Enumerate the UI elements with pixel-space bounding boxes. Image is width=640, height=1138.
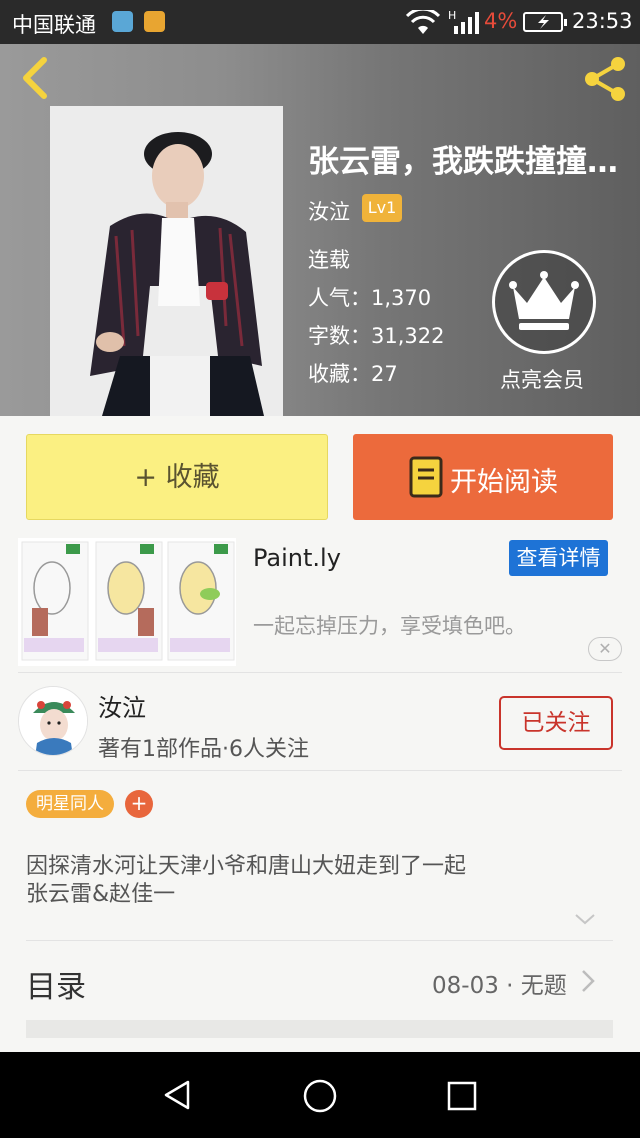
- battery-percent: 4%: [484, 9, 518, 33]
- author-stats: 著有1部作品·6人关注: [98, 737, 309, 762]
- book-description-line: 张云雷&赵佳一: [26, 882, 176, 907]
- book-author[interactable]: 汝泣: [308, 196, 350, 226]
- system-nav-bar: [0, 1052, 640, 1138]
- divider: [26, 940, 613, 941]
- notification-app-icon-2: [144, 11, 165, 32]
- back-arrow-icon[interactable]: [14, 54, 54, 102]
- share-icon[interactable]: [580, 54, 630, 104]
- ad-image[interactable]: [18, 538, 236, 666]
- start-reading-button[interactable]: 开始阅读: [353, 434, 613, 520]
- start-reading-label: 开始阅读: [450, 467, 558, 498]
- ad-close-button[interactable]: ✕: [588, 637, 622, 661]
- author-avatar[interactable]: [18, 686, 88, 756]
- battery-charging-icon: [523, 12, 567, 32]
- ad-detail-button[interactable]: 查看详情: [509, 540, 608, 576]
- tag-item[interactable]: 明星同人: [26, 790, 114, 818]
- nav-recent-icon[interactable]: [446, 1080, 478, 1112]
- add-tag-button[interactable]: +: [125, 790, 153, 818]
- ad-title[interactable]: Paint.ly: [253, 544, 341, 572]
- toc-latest-chapter[interactable]: 08-03 · 无题: [432, 966, 567, 1000]
- signal-icon: H: [448, 9, 479, 34]
- chapter-list-strip: [26, 1020, 613, 1038]
- nav-back-icon[interactable]: [160, 1078, 194, 1112]
- chevron-down-icon[interactable]: [574, 912, 596, 926]
- follow-button[interactable]: 已关注: [499, 696, 613, 750]
- author-name[interactable]: 汝泣: [98, 688, 146, 723]
- nav-home-icon[interactable]: [302, 1078, 338, 1114]
- book-word-count: 字数：31,322: [308, 324, 445, 348]
- wifi-icon: [406, 10, 440, 34]
- collect-button[interactable]: + 收藏: [26, 434, 328, 520]
- crown-icon: [509, 271, 579, 330]
- book-favorites: 收藏：27: [308, 362, 398, 386]
- book-title: 张云雷，我跌跌撞撞…: [308, 144, 618, 180]
- divider: [18, 770, 622, 771]
- book-popularity: 人气：1,370: [308, 286, 432, 310]
- book-header: 张云雷，我跌跌撞撞… 汝泣 Lv1 连载 人气：1,370 字数：31,322 …: [0, 44, 640, 416]
- notification-app-icon: [112, 11, 133, 32]
- book-icon: [409, 456, 443, 498]
- carrier-label: 中国联通: [12, 13, 96, 37]
- book-status: 连载: [308, 248, 350, 272]
- chevron-right-icon[interactable]: [580, 968, 596, 994]
- ad-description: 一起忘掉压力，享受填色吧。: [253, 614, 526, 638]
- divider: [18, 672, 622, 673]
- author-level-badge: Lv1: [362, 194, 402, 222]
- status-bar: 中国联通 H 4% 23:53: [0, 0, 640, 44]
- svg-text:H: H: [448, 9, 456, 22]
- book-cover-image[interactable]: [50, 106, 283, 416]
- vip-button[interactable]: [492, 250, 596, 354]
- toc-label[interactable]: 目录: [26, 962, 86, 1006]
- vip-label[interactable]: 点亮会员: [500, 364, 584, 394]
- clock: 23:53: [572, 9, 633, 33]
